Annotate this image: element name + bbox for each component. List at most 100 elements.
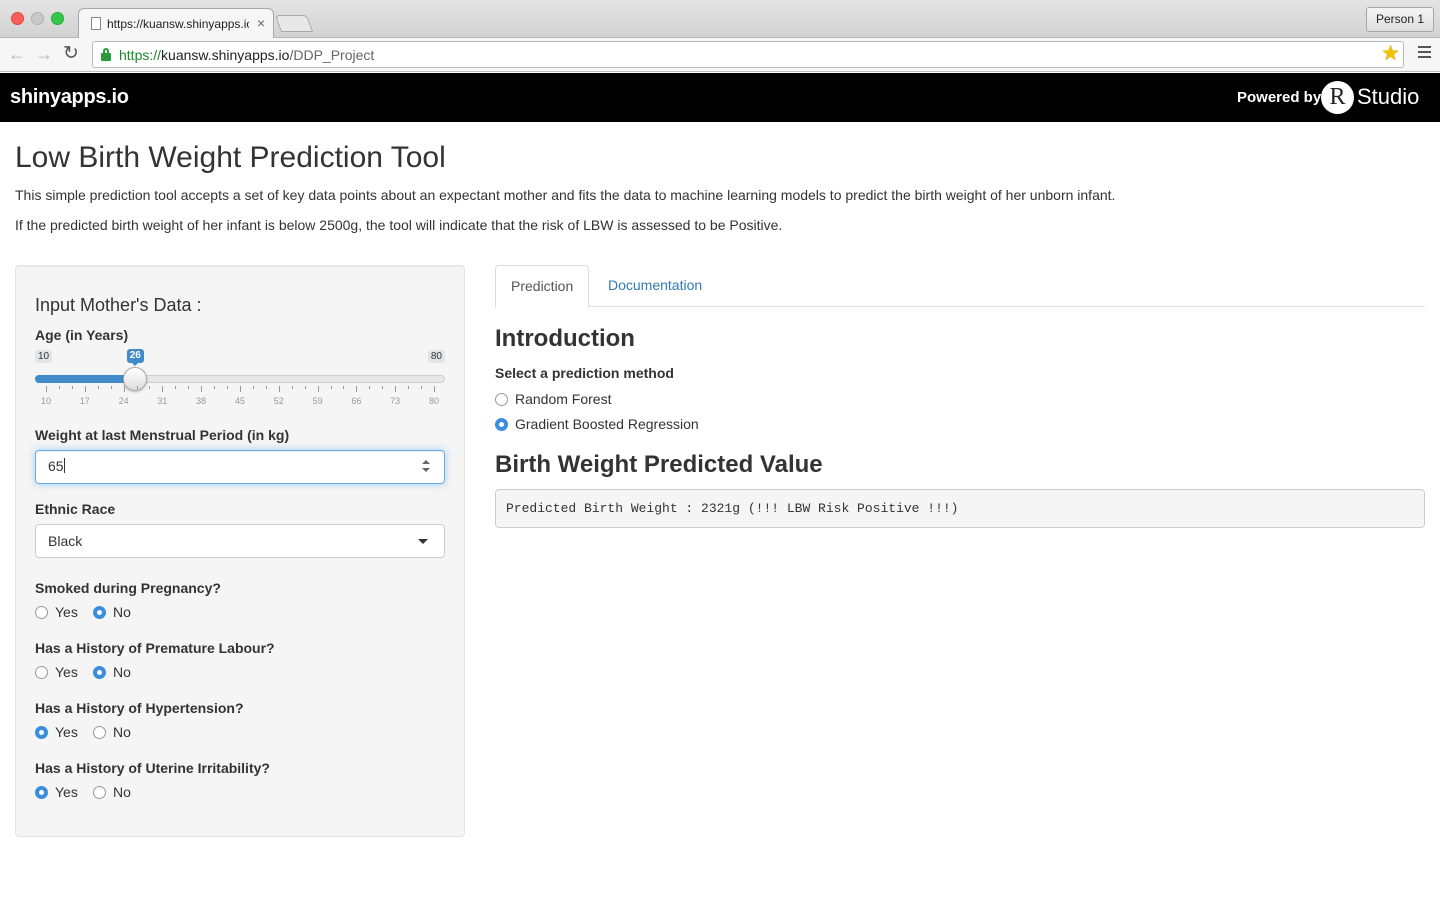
maximize-window-button[interactable] bbox=[51, 12, 64, 25]
slider-minor-tick bbox=[343, 386, 345, 389]
slider-minor-tick bbox=[214, 386, 216, 389]
introduction-heading: Introduction bbox=[495, 325, 635, 352]
slider-minor-tick bbox=[136, 386, 138, 389]
slider-handle[interactable] bbox=[122, 367, 147, 391]
radio-button[interactable] bbox=[93, 726, 106, 739]
radio-label: Yes bbox=[55, 724, 78, 740]
radio-button[interactable] bbox=[35, 606, 48, 619]
slider-tick-label: 73 bbox=[390, 396, 401, 406]
tab-prediction[interactable]: Prediction bbox=[495, 265, 590, 308]
slider-max-label: 80 bbox=[427, 350, 445, 363]
slider-minor-tick bbox=[330, 386, 332, 389]
slider-tick-label: 17 bbox=[79, 396, 90, 406]
lbw-explanation: If the predicted birth weight of her inf… bbox=[15, 217, 783, 233]
rstudio-logo-text[interactable]: Studio bbox=[1357, 84, 1419, 110]
slider-fill bbox=[35, 375, 135, 383]
smoked-label: Smoked during Pregnancy? bbox=[35, 580, 221, 596]
browser-titlebar: https://kuansw.shinyapps.io × Person 1 bbox=[0, 0, 1440, 39]
slider-major-tick bbox=[162, 386, 164, 392]
radio-label: Yes bbox=[55, 784, 78, 800]
bookmark-star-icon[interactable]: ★ bbox=[1381, 43, 1400, 65]
age-label: Age (in Years) bbox=[35, 327, 129, 343]
slider-major-tick bbox=[46, 386, 47, 392]
race-label: Ethnic Race bbox=[35, 501, 116, 517]
weight-value: 65 bbox=[48, 458, 64, 474]
slider-major-tick bbox=[240, 386, 241, 392]
slider-minor-tick bbox=[110, 386, 112, 389]
slider-tick-label: 38 bbox=[196, 396, 207, 406]
slider-major-tick bbox=[434, 386, 435, 392]
slider-tick-label: 59 bbox=[312, 396, 323, 406]
radio-label: No bbox=[113, 664, 131, 680]
browser-tab[interactable]: https://kuansw.shinyapps.io × bbox=[78, 8, 274, 39]
slider-tick-label: 80 bbox=[428, 396, 439, 406]
slider-minor-tick bbox=[175, 386, 177, 389]
tab-documentation[interactable]: Documentation bbox=[593, 265, 717, 307]
main-tabs: Prediction Documentation bbox=[495, 265, 1425, 308]
hypertension-label: Has a History of Hypertension? bbox=[35, 700, 244, 716]
radio-button[interactable] bbox=[35, 666, 48, 679]
number-spinner-icon[interactable] bbox=[422, 460, 430, 474]
tab-close-icon[interactable]: × bbox=[257, 15, 265, 31]
radio-button[interactable] bbox=[495, 393, 508, 406]
uterine-label: Has a History of Uterine Irritability? bbox=[35, 760, 270, 776]
slider-tick-label: 24 bbox=[118, 396, 129, 406]
address-bar[interactable]: https://kuansw.shinyapps.io/DDP_Project … bbox=[92, 41, 1404, 68]
slider-value-label: 26 bbox=[126, 349, 144, 366]
url-text[interactable]: https://kuansw.shinyapps.io/DDP_Project bbox=[119, 47, 374, 63]
slider-minor-tick bbox=[382, 386, 384, 389]
slider-tick-label: 10 bbox=[40, 396, 51, 406]
radio-button[interactable] bbox=[93, 786, 106, 799]
slider-major-tick bbox=[395, 386, 397, 392]
slider-minor-tick bbox=[97, 386, 99, 389]
browser-tab-title: https://kuansw.shinyapps.io bbox=[107, 17, 249, 31]
powered-by-label: Powered by bbox=[1237, 89, 1322, 106]
reload-icon[interactable]: ↻ bbox=[63, 44, 79, 64]
age-slider[interactable]: 10 80 26 10 17 24 31 38 45 52 59 66 73 80 bbox=[35, 348, 445, 408]
radio-label: Yes bbox=[55, 664, 78, 680]
shinyapps-logo[interactable]: shinyapps.io bbox=[10, 86, 129, 109]
premature-label: Has a History of Premature Labour? bbox=[35, 640, 275, 656]
back-icon[interactable]: ← bbox=[8, 44, 26, 64]
slider-minor-tick bbox=[227, 386, 229, 389]
chevron-down-icon bbox=[418, 539, 428, 544]
page-title: Low Birth Weight Prediction Tool bbox=[15, 141, 446, 174]
slider-minor-tick bbox=[252, 386, 254, 389]
rstudio-r-icon[interactable]: R bbox=[1321, 81, 1354, 114]
new-tab-button[interactable] bbox=[274, 15, 314, 32]
radio-label: Random Forest bbox=[515, 391, 612, 407]
radio-button[interactable] bbox=[93, 606, 106, 619]
slider-minor-tick bbox=[291, 386, 293, 389]
slider-minor-tick bbox=[304, 386, 306, 389]
race-select[interactable]: Black bbox=[35, 524, 445, 558]
radio-button[interactable] bbox=[35, 726, 48, 739]
slider-major-tick bbox=[317, 386, 319, 392]
close-window-button[interactable] bbox=[11, 12, 24, 25]
slider-major-tick bbox=[356, 386, 358, 392]
lock-icon bbox=[101, 48, 111, 61]
forward-icon[interactable]: → bbox=[35, 44, 53, 64]
input-sidebar: Input Mother's Data : Age (in Years) 10 … bbox=[15, 265, 465, 837]
radio-label: No bbox=[113, 604, 131, 620]
slider-tick-label: 45 bbox=[234, 396, 245, 406]
sidebar-heading: Input Mother's Data : bbox=[35, 295, 202, 315]
radio-button[interactable] bbox=[495, 418, 508, 431]
weight-input[interactable]: 65 bbox=[35, 450, 445, 484]
radio-button[interactable] bbox=[93, 666, 106, 679]
profile-button[interactable]: Person 1 bbox=[1365, 7, 1434, 32]
slider-major-tick bbox=[201, 386, 203, 392]
race-selected-value: Black bbox=[48, 533, 83, 549]
prediction-output: Predicted Birth Weight : 2321g (!!! LBW … bbox=[495, 489, 1425, 528]
birth-weight-heading: Birth Weight Predicted Value bbox=[495, 451, 823, 478]
slider-minor-tick bbox=[369, 386, 371, 389]
slider-tick-label: 52 bbox=[273, 396, 284, 406]
page-icon bbox=[91, 17, 101, 30]
weight-label: Weight at last Menstrual Period (in kg) bbox=[35, 427, 290, 443]
browser-toolbar: ← → ↻ https://kuansw.shinyapps.io/DDP_Pr… bbox=[0, 38, 1440, 72]
minimize-window-button[interactable] bbox=[31, 12, 44, 25]
intro-paragraph: This simple prediction tool accepts a se… bbox=[15, 187, 1116, 203]
browser-menu-icon[interactable] bbox=[1418, 46, 1431, 58]
slider-major-tick bbox=[84, 386, 86, 392]
method-label: Select a prediction method bbox=[495, 365, 674, 381]
radio-button[interactable] bbox=[35, 786, 48, 799]
